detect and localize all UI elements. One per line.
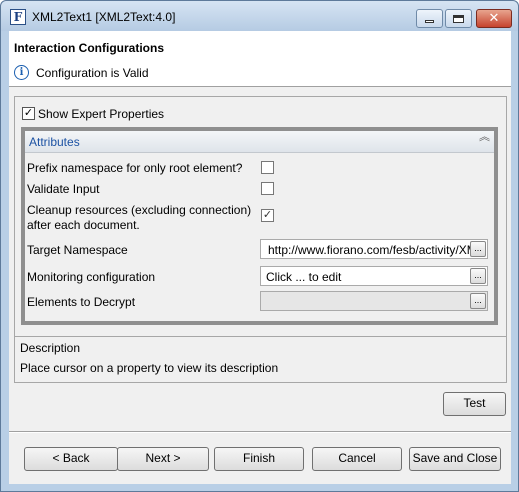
dialog-content: Interaction Configurations i Configurati… <box>9 31 511 484</box>
cleanup-resources-checkbox[interactable]: ✓ <box>261 209 274 222</box>
dialog-window: F XML2Text1 [XML2Text:4.0] ✕ Interaction… <box>0 0 519 492</box>
show-expert-properties-checkbox[interactable]: ✓ <box>22 107 35 120</box>
validate-input-checkbox[interactable] <box>261 182 274 195</box>
save-and-close-button[interactable]: Save and Close <box>409 447 501 471</box>
elements-to-decrypt-field[interactable]: ... <box>260 291 488 311</box>
target-namespace-field[interactable]: http://www.fiorano.com/fesb/activity/XM … <box>260 239 488 259</box>
prop-label-prefix-namespace: Prefix namespace for only root element? <box>27 161 243 175</box>
prop-label-cleanup-line-1: Cleanup resources (excluding connection) <box>27 203 252 217</box>
title-bar[interactable]: F XML2Text1 [XML2Text:4.0] ✕ <box>1 1 518 31</box>
target-namespace-value: http://www.fiorano.com/fesb/activity/XM <box>268 243 477 257</box>
prop-label-cleanup-line-2: after each document. <box>27 218 140 232</box>
elements-to-decrypt-edit-button[interactable]: ... <box>470 293 486 309</box>
target-namespace-browse-button[interactable]: ... <box>470 241 486 257</box>
test-button[interactable]: Test <box>443 392 506 416</box>
maximize-icon <box>453 14 464 23</box>
prefix-namespace-checkbox[interactable] <box>261 161 274 174</box>
description-panel: Description Place cursor on a property t… <box>14 336 507 383</box>
page-title: Interaction Configurations <box>14 41 164 55</box>
back-button[interactable]: < Back <box>24 447 118 471</box>
prop-label-target-namespace: Target Namespace <box>27 243 128 257</box>
collapse-icon[interactable]: ︽ <box>479 132 490 143</box>
prop-label-cleanup-resources: Cleanup resources (excluding connection)… <box>27 203 251 233</box>
attributes-header[interactable]: Attributes ︽ <box>25 131 494 153</box>
description-text: Place cursor on a property to view its d… <box>20 361 279 375</box>
monitoring-configuration-field[interactable]: Click ... to edit ... <box>260 266 488 286</box>
finish-button[interactable]: Finish <box>214 447 304 471</box>
next-button[interactable]: Next > <box>117 447 209 471</box>
description-title: Description <box>20 341 81 355</box>
attributes-title: Attributes <box>29 135 80 149</box>
monitoring-configuration-value: Click ... to edit <box>266 270 342 284</box>
prop-label-elements-to-decrypt: Elements to Decrypt <box>27 295 136 309</box>
show-expert-properties-label[interactable]: Show Expert Properties <box>38 107 164 121</box>
window-title: XML2Text1 [XML2Text:4.0] <box>32 10 176 24</box>
prop-label-monitoring-configuration: Monitoring configuration <box>27 270 156 284</box>
properties-panel: ✓ Show Expert Properties Attributes ︽ Pr… <box>14 96 507 358</box>
prop-label-validate-input: Validate Input <box>27 182 100 196</box>
close-button[interactable]: ✕ <box>476 9 512 28</box>
cancel-button[interactable]: Cancel <box>312 447 402 471</box>
attributes-section: Attributes ︽ Prefix namespace for only r… <box>21 127 498 325</box>
maximize-button[interactable] <box>445 9 472 28</box>
header-area: Interaction Configurations i Configurati… <box>9 31 511 87</box>
monitoring-configuration-edit-button[interactable]: ... <box>470 268 486 284</box>
info-icon: i <box>14 65 29 80</box>
minimize-icon <box>425 20 434 23</box>
close-icon: ✕ <box>488 11 500 26</box>
app-icon: F <box>10 9 26 25</box>
minimize-button[interactable] <box>416 9 443 28</box>
button-separator <box>9 431 511 433</box>
validation-status: Configuration is Valid <box>36 66 149 80</box>
